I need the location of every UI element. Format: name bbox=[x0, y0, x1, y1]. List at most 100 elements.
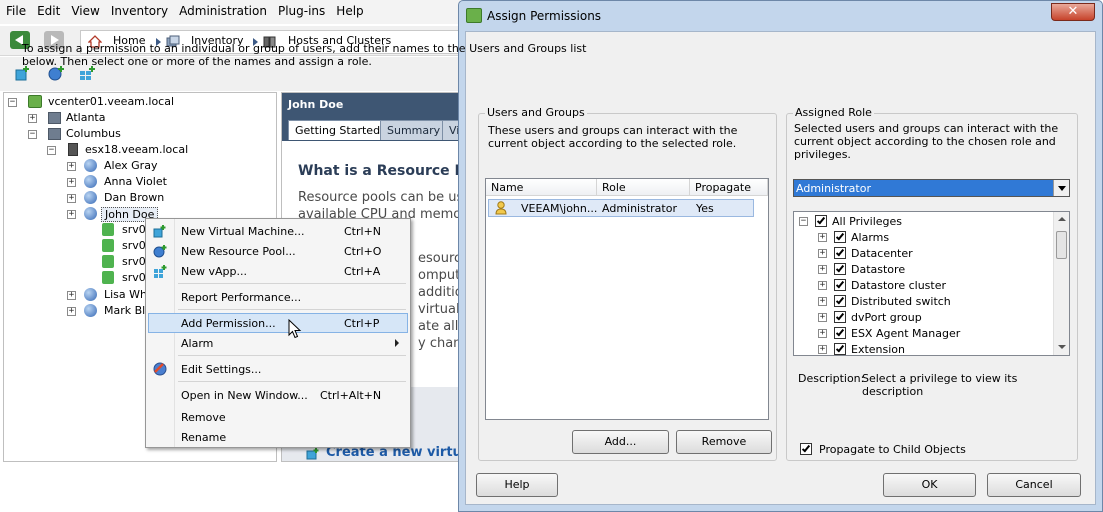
vm-icon bbox=[102, 223, 114, 236]
vsphere-icon bbox=[466, 8, 482, 23]
users-groups-title: Users and Groups bbox=[485, 106, 587, 119]
tree-label: Dan Brown bbox=[104, 191, 165, 204]
assigned-role-title: Assigned Role bbox=[793, 106, 874, 119]
expand-icon[interactable]: + bbox=[67, 178, 76, 187]
users-groups-list[interactable]: Name Role Propagate VEEAM\john... Admini… bbox=[485, 178, 769, 420]
menu-help[interactable]: Help bbox=[330, 0, 368, 18]
menu-item-report-performance[interactable]: Report Performance... bbox=[148, 287, 408, 307]
menu-item-new-resource-pool[interactable]: New Resource Pool... Ctrl+O bbox=[148, 241, 408, 261]
check-icon bbox=[835, 247, 845, 257]
check-icon bbox=[835, 295, 845, 305]
expand-icon[interactable]: + bbox=[818, 329, 827, 338]
column-role[interactable]: Role bbox=[597, 179, 690, 196]
privilege-checkbox[interactable] bbox=[834, 295, 846, 307]
scroll-up-icon[interactable] bbox=[1058, 217, 1066, 221]
privilege-checkbox[interactable] bbox=[834, 231, 846, 243]
tree-label: Columbus bbox=[66, 127, 121, 140]
menu-plugins[interactable]: Plug-ins bbox=[272, 0, 330, 18]
menu-label: New vApp... bbox=[181, 265, 247, 278]
assigned-role-description: Selected users and groups can interact w… bbox=[794, 122, 1059, 161]
menu-item-add-permission[interactable]: Add Permission... Ctrl+P bbox=[148, 313, 408, 333]
check-icon bbox=[835, 263, 845, 273]
ok-button[interactable]: OK bbox=[883, 473, 976, 497]
edit-settings-icon bbox=[153, 362, 167, 376]
privilege-checkbox[interactable] bbox=[834, 279, 846, 291]
column-name[interactable]: Name bbox=[486, 179, 597, 196]
menu-item-new-vm[interactable]: New Virtual Machine... Ctrl+N bbox=[148, 221, 408, 241]
dialog-titlebar[interactable]: Assign Permissions ✕ bbox=[459, 1, 1102, 31]
tab-getting-started[interactable]: Getting Started bbox=[288, 120, 388, 140]
role-dropdown[interactable]: Administrator bbox=[793, 179, 1070, 197]
menu-item-new-vapp[interactable]: New vApp... Ctrl+A bbox=[148, 261, 408, 281]
expand-icon[interactable]: + bbox=[818, 233, 827, 242]
expand-icon[interactable]: + bbox=[818, 297, 827, 306]
expand-icon[interactable]: + bbox=[818, 281, 827, 290]
menu-inventory[interactable]: Inventory bbox=[105, 0, 173, 18]
details-text: Resource pools can be us bbox=[298, 190, 461, 205]
privileges-scrollbar[interactable] bbox=[1053, 212, 1069, 355]
propagate-checkbox[interactable] bbox=[800, 443, 812, 455]
details-text: virtual bbox=[418, 302, 460, 317]
privilege-checkbox[interactable] bbox=[834, 327, 846, 339]
column-propagate[interactable]: Propagate bbox=[690, 179, 768, 196]
privilege-checkbox[interactable] bbox=[815, 215, 827, 227]
expand-icon[interactable]: + bbox=[28, 114, 37, 123]
check-icon bbox=[835, 279, 845, 289]
scrollbar-thumb[interactable] bbox=[1056, 231, 1067, 259]
menu-label: Edit Settings... bbox=[181, 363, 262, 376]
expand-icon[interactable]: + bbox=[818, 313, 827, 322]
menu-item-remove[interactable]: Remove bbox=[148, 407, 408, 427]
collapse-icon[interactable]: − bbox=[8, 98, 17, 107]
privilege-checkbox[interactable] bbox=[834, 247, 846, 259]
row-role: Administrator bbox=[602, 202, 677, 215]
expand-icon[interactable]: + bbox=[67, 194, 76, 203]
menu-view[interactable]: View bbox=[65, 0, 104, 18]
menu-item-edit-settings[interactable]: Edit Settings... bbox=[148, 359, 408, 379]
tab-summary[interactable]: Summary bbox=[380, 120, 448, 140]
check-icon bbox=[835, 327, 845, 337]
dropdown-button[interactable] bbox=[1053, 180, 1069, 196]
privilege-label: All Privileges bbox=[832, 215, 903, 228]
check-icon bbox=[835, 343, 845, 353]
collapse-icon[interactable]: − bbox=[799, 217, 808, 226]
menu-item-rename[interactable]: Rename bbox=[148, 427, 408, 447]
privilege-checkbox[interactable] bbox=[834, 311, 846, 323]
help-button[interactable]: Help bbox=[476, 473, 558, 497]
menu-label: Report Performance... bbox=[181, 291, 302, 304]
expand-icon[interactable]: + bbox=[818, 265, 827, 274]
expand-icon[interactable]: + bbox=[67, 210, 76, 219]
tree-label: vcenter01.veeam.local bbox=[48, 95, 175, 108]
cancel-button[interactable]: Cancel bbox=[987, 473, 1081, 497]
menu-item-alarm[interactable]: Alarm bbox=[148, 333, 408, 353]
expand-icon[interactable]: + bbox=[67, 291, 76, 300]
expand-icon[interactable]: + bbox=[67, 162, 76, 171]
remove-button[interactable]: Remove bbox=[676, 430, 772, 454]
collapse-icon[interactable]: − bbox=[47, 146, 56, 155]
expand-icon[interactable]: + bbox=[818, 345, 827, 354]
privileges-tree[interactable]: − All Privileges + Alarms + Datacenter + Data… bbox=[793, 211, 1070, 356]
scroll-down-icon[interactable] bbox=[1058, 345, 1066, 349]
menu-edit[interactable]: Edit bbox=[31, 0, 65, 18]
expand-icon[interactable]: + bbox=[67, 307, 76, 316]
tree-label: srv0 bbox=[122, 223, 146, 236]
vm-icon bbox=[102, 271, 114, 284]
menu-item-open-new-window[interactable]: Open in New Window... Ctrl+Alt+N bbox=[148, 385, 408, 405]
table-row[interactable]: VEEAM\john... Administrator Yes bbox=[488, 199, 754, 217]
menu-separator bbox=[178, 283, 406, 284]
expand-icon[interactable]: + bbox=[818, 249, 827, 258]
resource-pool-icon bbox=[84, 159, 97, 172]
close-button[interactable]: ✕ bbox=[1051, 3, 1095, 21]
collapse-icon[interactable]: − bbox=[28, 130, 37, 139]
user-icon bbox=[495, 201, 507, 215]
row-propagate: Yes bbox=[696, 202, 714, 215]
new-resource-pool-icon bbox=[153, 245, 167, 258]
add-button[interactable]: Add... bbox=[572, 430, 669, 454]
check-icon bbox=[835, 231, 845, 241]
privilege-checkbox[interactable] bbox=[834, 343, 846, 355]
context-menu: New Virtual Machine... Ctrl+N New Resour… bbox=[145, 218, 411, 448]
privilege-checkbox[interactable] bbox=[834, 263, 846, 275]
menu-administration[interactable]: Administration bbox=[173, 0, 272, 18]
menu-file[interactable]: File bbox=[0, 0, 31, 18]
check-icon bbox=[816, 215, 826, 225]
vcenter-icon bbox=[28, 95, 42, 108]
